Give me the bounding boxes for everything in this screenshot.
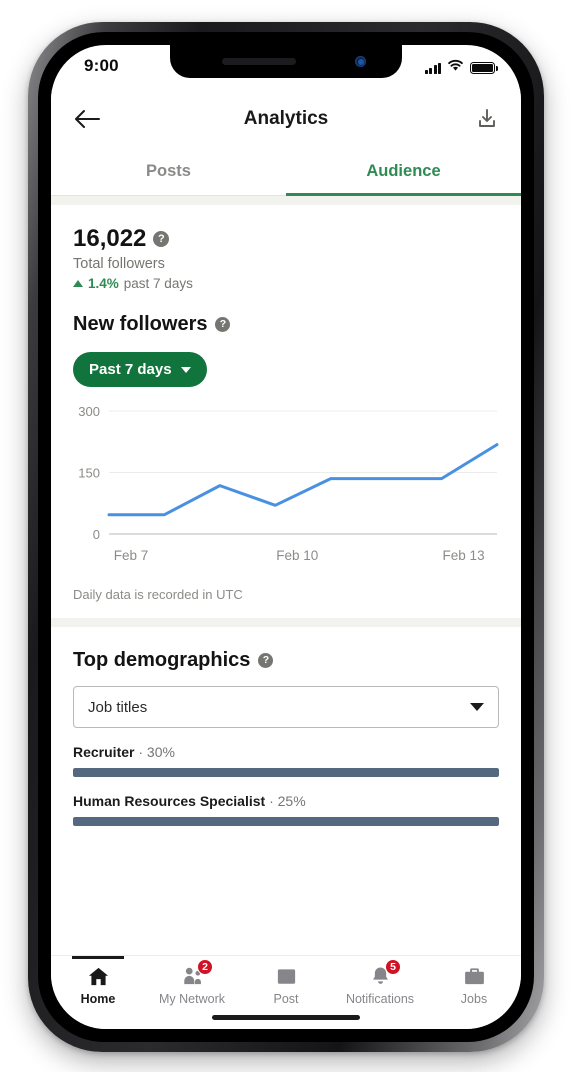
demographic-bar-track (73, 817, 499, 826)
x-axis-tick-label: Feb 10 (276, 548, 318, 563)
back-arrow-icon[interactable] (73, 108, 101, 130)
analytics-content: 16,022 ? Total followers 1.4% past 7 day… (51, 225, 521, 826)
nav-item-label: Post (273, 992, 299, 1006)
nav-item-label: Notifications (345, 992, 415, 1006)
people-icon: 2 (179, 959, 213, 988)
followers-delta: 1.4% past 7 days (73, 276, 499, 291)
notification-badge: 5 (385, 959, 401, 975)
demographics-list: Recruiter · 30% Human Resources Specialis… (73, 744, 499, 826)
demographic-name: Recruiter (73, 744, 135, 760)
date-range-label: Past 7 days (89, 361, 172, 378)
followers-section: 16,022 ? Total followers 1.4% past 7 day… (51, 225, 521, 387)
delta-value: 1.4% (88, 276, 119, 291)
demographics-title: Top demographics (73, 649, 251, 671)
demographic-bar-track (73, 768, 499, 777)
help-circle-icon[interactable]: ? (153, 231, 170, 247)
page-title: Analytics (243, 108, 329, 129)
total-followers-label: Total followers (73, 256, 165, 272)
wifi-icon (447, 59, 464, 77)
new-followers-title: New followers (73, 313, 208, 335)
y-axis-tick-label: 0 (93, 527, 100, 542)
tab-posts[interactable]: Posts (51, 149, 286, 196)
chevron-down-icon (180, 366, 191, 373)
nav-item-my-network[interactable]: 2 My Network (145, 959, 239, 1006)
demographic-percent: · 25% (265, 793, 306, 809)
nav-item-label: My Network (159, 992, 225, 1006)
demographic-bar-fill (73, 817, 499, 826)
y-axis-tick-label: 300 (78, 404, 100, 419)
signal-bars-icon (424, 62, 441, 74)
demographics-select[interactable]: Job titles (73, 686, 499, 728)
triangle-up-icon (73, 280, 83, 287)
demographic-percent: · 30% (134, 744, 175, 760)
front-camera (355, 56, 366, 67)
help-circle-icon[interactable]: ? (215, 317, 231, 332)
notification-badge: 2 (197, 959, 213, 975)
x-axis-tick-label: Feb 13 (443, 548, 485, 563)
demographic-label: Recruiter · 30% (73, 744, 499, 760)
new-followers-chart: 0 150 300 Feb 7 Feb 10 Feb 13 (51, 401, 521, 581)
home-icon (85, 964, 111, 988)
nav-item-jobs[interactable]: Jobs (427, 964, 521, 1006)
total-followers-value-row: 16,022 ? (73, 225, 499, 253)
nav-item-label: Home (80, 992, 116, 1006)
chart-line-series (107, 443, 499, 517)
battery-icon (470, 62, 498, 74)
demographic-name: Human Resources Specialist (73, 793, 266, 809)
analytics-tabs: Posts Audience (51, 149, 521, 196)
section-divider (51, 196, 521, 205)
demographic-row: Recruiter · 30% (73, 744, 499, 777)
nav-item-label: Jobs (460, 992, 488, 1006)
briefcase-icon (461, 964, 487, 988)
delta-period: past 7 days (123, 276, 193, 291)
line-chart-canvas: 0 150 300 Feb 7 Feb 10 Feb 13 (78, 404, 499, 563)
chevron-down-icon (470, 703, 484, 711)
x-axis-tick-label: Feb 7 (114, 548, 149, 563)
total-followers-count: 16,022 (73, 225, 147, 252)
nav-item-notifications[interactable]: 5 Notifications (333, 959, 427, 1006)
tab-audience[interactable]: Audience (286, 149, 521, 196)
nav-item-post[interactable]: Post (239, 964, 333, 1006)
app-header: Analytics (51, 89, 521, 149)
demographics-section: Top demographics ? Job titles Recruiter … (51, 627, 521, 826)
home-indicator (212, 1015, 360, 1020)
earpiece-speaker (222, 58, 296, 65)
phone-notch (170, 45, 402, 78)
chart-footnote: Daily data is recorded in UTC (73, 587, 243, 602)
phone-screen: 9:00 Analytics Posts Audience 16,022 ? T… (51, 45, 521, 1029)
plus-square-icon (273, 964, 299, 988)
download-icon[interactable] (475, 107, 499, 131)
demographic-row: Human Resources Specialist · 25% (73, 793, 499, 826)
demographics-select-value: Job titles (88, 698, 148, 716)
y-axis-tick-label: 150 (78, 466, 100, 481)
status-icons (424, 59, 498, 77)
bell-icon: 5 (367, 959, 401, 988)
help-circle-icon[interactable]: ? (258, 653, 274, 668)
new-followers-title-row: New followers ? (73, 313, 499, 336)
nav-item-home[interactable]: Home (51, 964, 145, 1006)
demographic-label: Human Resources Specialist · 25% (73, 793, 499, 809)
demographics-title-row: Top demographics ? (73, 649, 499, 672)
demographic-bar-fill (73, 768, 499, 777)
screenshot-stage: 9:00 Analytics Posts Audience 16,022 ? T… (0, 0, 572, 1072)
date-range-dropdown[interactable]: Past 7 days (73, 352, 207, 387)
section-divider-2 (51, 618, 521, 627)
status-time: 9:00 (84, 56, 119, 75)
